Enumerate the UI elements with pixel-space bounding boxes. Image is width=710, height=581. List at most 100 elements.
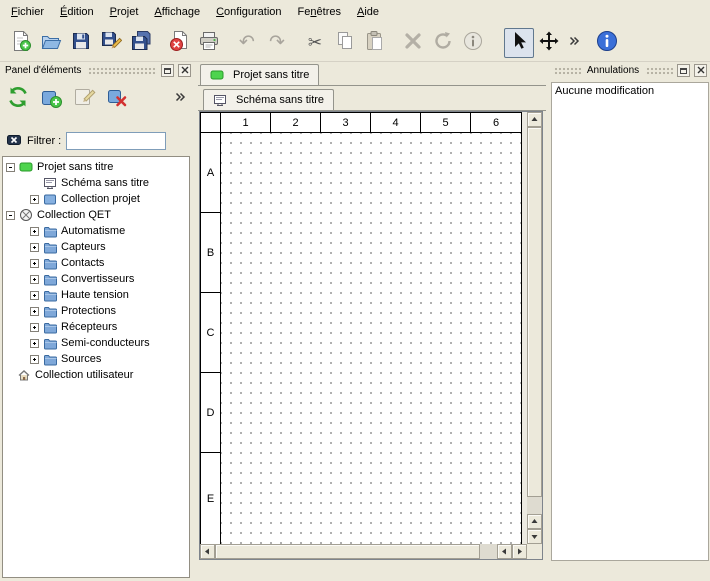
panel-overflow-button[interactable]	[174, 91, 186, 106]
save-icon	[70, 30, 92, 55]
dock-close-button[interactable]	[178, 64, 191, 77]
scroll-down-button[interactable]	[527, 529, 542, 544]
toolbar-overflow-button[interactable]	[564, 28, 584, 58]
column-header: 5	[421, 113, 471, 133]
home-icon	[17, 368, 31, 382]
scroll-up-button[interactable]	[527, 112, 542, 127]
scroll-up-button[interactable]	[527, 514, 542, 529]
pan-tool-button[interactable]	[534, 28, 564, 58]
selection-arrow-icon	[508, 30, 530, 55]
expand-icon[interactable]	[30, 259, 39, 268]
tree-item-collection-qet[interactable]: Collection QET	[3, 207, 189, 223]
menu-aide[interactable]: Aide	[349, 2, 387, 22]
open-button[interactable]	[36, 28, 66, 58]
tree-item-collection-projet[interactable]: Collection projet	[3, 191, 189, 207]
paste-button[interactable]	[360, 28, 390, 58]
scroll-right-button[interactable]	[512, 544, 527, 559]
rotate-button[interactable]	[428, 28, 458, 58]
menu-configuration[interactable]: Configuration	[208, 2, 289, 22]
horizontal-scrollbar[interactable]	[200, 544, 527, 559]
horizontal-scroll-thumb[interactable]	[215, 544, 480, 559]
save-as-button[interactable]	[96, 28, 126, 58]
tab-projet-sans-titre[interactable]: Projet sans titre	[200, 64, 319, 85]
tree-item-schema-sans-titre[interactable]: Schéma sans titre	[3, 175, 189, 191]
schema-view: 1 2 3 4 5 6 A B C D E	[199, 111, 543, 560]
tree-item-sources[interactable]: Sources	[3, 351, 189, 367]
close-file-button[interactable]	[164, 28, 194, 58]
expand-icon[interactable]	[30, 243, 39, 252]
column-header: 3	[321, 113, 371, 133]
column-header: 6	[471, 113, 521, 133]
expand-icon[interactable]	[30, 275, 39, 284]
save-all-icon	[130, 30, 152, 55]
info-button[interactable]	[458, 28, 488, 58]
tree-item-automatisme[interactable]: Automatisme	[3, 223, 189, 239]
about-button[interactable]	[592, 28, 622, 58]
clear-filter-icon[interactable]	[6, 132, 22, 151]
tree-item-capteurs[interactable]: Capteurs	[3, 239, 189, 255]
dock-grip[interactable]	[87, 66, 157, 75]
undo-button[interactable]: ↶	[232, 28, 262, 58]
grid-corner-cell	[201, 113, 221, 133]
float-icon	[680, 68, 687, 74]
redo-button[interactable]: ↷	[262, 28, 292, 58]
scroll-left-button[interactable]	[497, 544, 512, 559]
copy-button[interactable]	[330, 28, 360, 58]
dotted-grid[interactable]	[221, 133, 521, 544]
filter-label: Filtrer :	[27, 135, 61, 147]
vertical-scrollbar[interactable]	[527, 112, 542, 544]
delete-button[interactable]	[398, 28, 428, 58]
edit-element-button[interactable]	[71, 85, 97, 111]
new-element-button[interactable]	[38, 85, 64, 111]
save-all-button[interactable]	[126, 28, 156, 58]
project-tab-bar: Projet sans titre	[198, 62, 546, 86]
reload-collections-button[interactable]	[5, 85, 31, 111]
expand-icon[interactable]	[30, 195, 39, 204]
rotate-icon	[432, 30, 454, 55]
selection-tool-button[interactable]	[504, 28, 534, 58]
pan-move-icon	[538, 30, 560, 55]
print-button[interactable]	[194, 28, 224, 58]
dock-grip[interactable]	[553, 66, 581, 75]
expand-icon[interactable]	[30, 291, 39, 300]
collapse-icon[interactable]	[6, 163, 15, 172]
tree-item-projet-sans-titre[interactable]: Projet sans titre	[3, 159, 189, 175]
tree-item-convertisseurs[interactable]: Convertisseurs	[3, 271, 189, 287]
tree-item-protections[interactable]: Protections	[3, 303, 189, 319]
menu-projet[interactable]: Projet	[102, 2, 147, 22]
menu-fichier[interactable]: Fichier	[3, 2, 52, 22]
expand-icon[interactable]	[30, 227, 39, 236]
column-header: 2	[271, 113, 321, 133]
undo-history-item[interactable]: Aucune modification	[552, 83, 708, 99]
dock-close-button[interactable]	[694, 64, 707, 77]
save-button[interactable]	[66, 28, 96, 58]
cut-button[interactable]: ✂	[300, 28, 330, 58]
menu-affichage[interactable]: Affichage	[146, 2, 208, 22]
undo-history-list: Aucune modification	[551, 82, 709, 561]
tree-item-semi-conducteurs[interactable]: Semi-conducteurs	[3, 335, 189, 351]
tree-item-contacts[interactable]: Contacts	[3, 255, 189, 271]
tree-item-haute-tension[interactable]: Haute tension	[3, 287, 189, 303]
dock-grip[interactable]	[645, 66, 673, 75]
scroll-left-button[interactable]	[200, 544, 215, 559]
collapse-icon[interactable]	[6, 211, 15, 220]
diagram-canvas[interactable]: 1 2 3 4 5 6 A B C D E	[200, 112, 527, 544]
scrollbar-corner	[527, 544, 542, 559]
vertical-scroll-thumb[interactable]	[527, 127, 542, 497]
expand-icon[interactable]	[30, 307, 39, 316]
expand-icon[interactable]	[30, 355, 39, 364]
delete-element-button[interactable]	[104, 85, 130, 111]
menu-fenetres[interactable]: Fenêtres	[290, 2, 349, 22]
expand-icon[interactable]	[30, 323, 39, 332]
dock-float-button[interactable]	[677, 64, 690, 77]
filter-input[interactable]	[66, 132, 166, 150]
tab-schema-sans-titre[interactable]: Schéma sans titre	[203, 89, 334, 110]
new-button[interactable]	[6, 28, 36, 58]
tree-item-collection-utilisateur[interactable]: Collection utilisateur	[3, 367, 189, 383]
tree-item-recepteurs[interactable]: Récepteurs	[3, 319, 189, 335]
dock-float-button[interactable]	[161, 64, 174, 77]
undo-panel-title: Annulations	[585, 65, 641, 76]
menu-edition[interactable]: Édition	[52, 2, 102, 22]
info-icon	[462, 30, 484, 55]
expand-icon[interactable]	[30, 339, 39, 348]
